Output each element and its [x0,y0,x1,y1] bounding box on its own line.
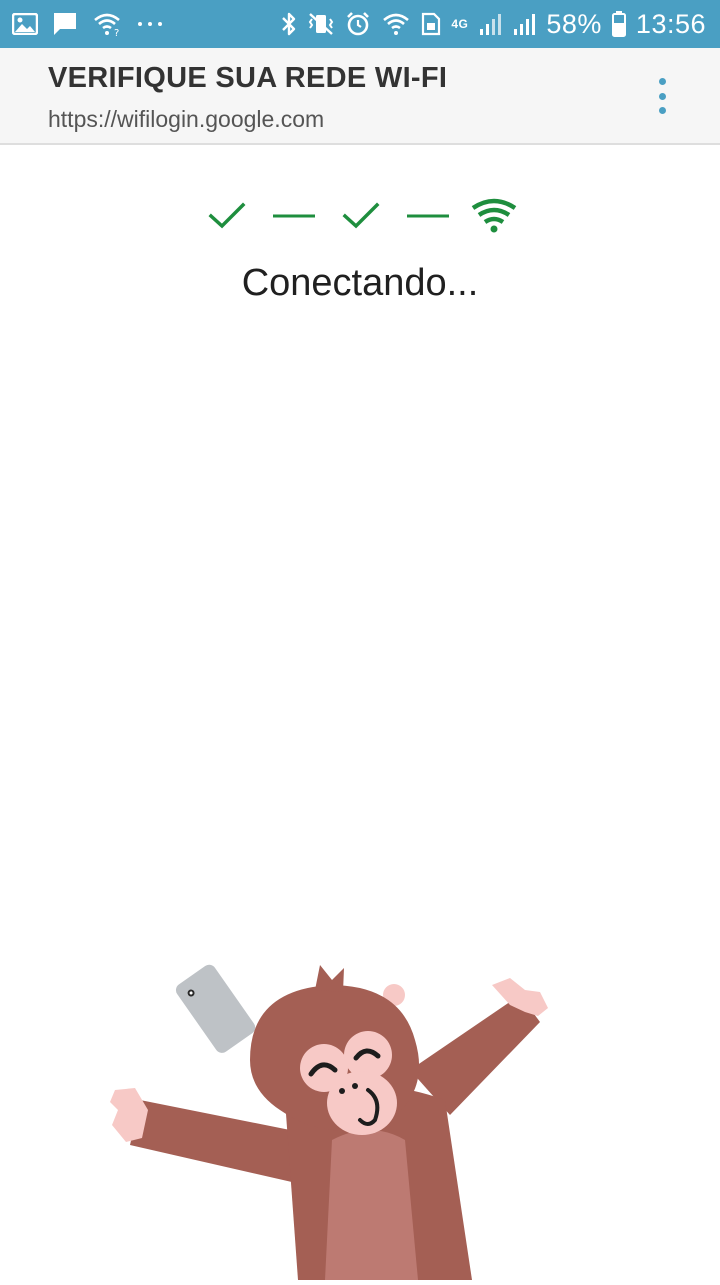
menu-dot [658,78,666,85]
monkey-with-phone-illustration [100,950,570,1280]
network-type: 4G [451,17,469,31]
battery-percent: 58% [546,8,602,39]
sim-icon [421,12,441,36]
signal-icon [478,12,502,36]
check-icon [208,202,246,229]
clock: 13:56 [635,8,706,39]
page-url: https://wifilogin.google.com [48,106,325,132]
system-icons: 4G 58% 13:56 [281,0,706,48]
more-icon [136,20,164,28]
page-title: VERIFIQUE SUA REDE WI-FI [48,62,448,94]
signal-icon [512,12,536,36]
menu-dot [658,92,666,100]
alarm-icon [345,11,371,37]
menu-dot [658,107,666,114]
svg-text:?: ? [114,28,119,37]
vibrate-icon [307,11,335,37]
message-icon [52,11,78,37]
wifi-icon [381,11,411,37]
phone-illustration [175,964,256,1053]
connecting-status: Conectando... [241,262,479,304]
status-bar: ? 4G 58% 13:56 [0,0,720,48]
notification-icons: ? [12,0,164,48]
image-icon [12,13,38,35]
wifi-question-icon: ? [92,11,122,37]
page-header: VERIFIQUE SUA REDE WI-FI https://wifilog… [0,48,720,145]
check-icon [342,202,380,229]
battery-icon [611,11,626,37]
bluetooth-icon [281,11,297,37]
connection-progress [205,196,525,236]
wifi-icon [471,198,517,233]
more-vert-icon[interactable] [650,78,674,114]
